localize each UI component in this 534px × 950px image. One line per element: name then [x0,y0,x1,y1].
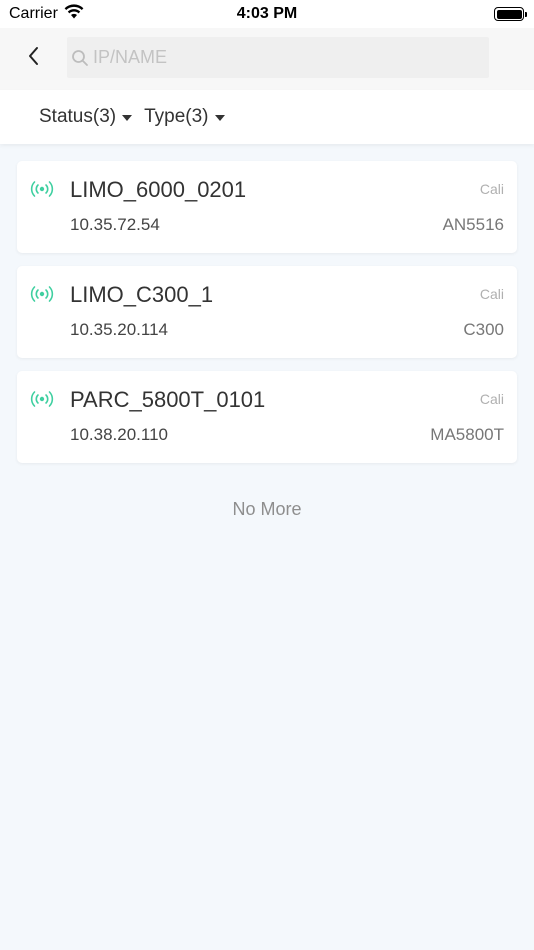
type-filter[interactable]: Type(3) [144,106,225,128]
signal-broadcast-icon [29,284,55,304]
device-model: AN5516 [442,215,504,234]
wifi-icon [64,4,84,24]
no-more-label: No More [232,499,302,519]
signal-broadcast-icon [29,389,55,409]
device-region: Cali [479,391,504,407]
device-model: MA5800T [430,425,504,444]
status-filter-label: Status(3) [39,106,117,127]
carrier-label: Carrier [9,5,58,22]
device-name: LIMO_6000_0201 [70,177,247,202]
device-ip: 10.35.20.114 [70,320,168,339]
battery-icon [494,7,527,21]
filter-bar: Status(3) Type(3) [0,90,534,144]
device-region: Cali [479,286,504,302]
search-input[interactable] [93,37,489,78]
status-left: Carrier [9,4,84,24]
nav-bar [0,28,534,90]
type-filter-label: Type(3) [144,106,209,127]
device-card[interactable]: LIMO_6000_0201 10.35.72.54 Cali AN5516 [17,161,517,253]
device-region: Cali [479,181,504,197]
device-model: C300 [463,320,504,339]
battery-level [496,9,522,19]
device-ip: 10.35.72.54 [70,215,160,234]
status-bar: Carrier 4:03 PM [0,0,534,28]
search-box[interactable] [67,37,489,78]
caret-down-icon [122,115,133,121]
chevron-left-icon [27,46,41,71]
caret-down-icon [214,115,225,121]
device-name: PARC_5800T_0101 [70,387,266,412]
device-name: LIMO_C300_1 [70,282,214,307]
device-list: LIMO_6000_0201 10.35.72.54 Cali AN5516 L… [17,161,517,476]
back-button[interactable] [18,42,50,74]
search-icon [67,45,93,71]
status-filter[interactable]: Status(3) [39,106,133,128]
signal-broadcast-icon [29,179,55,199]
device-ip: 10.38.20.110 [70,425,168,444]
device-card[interactable]: LIMO_C300_1 10.35.20.114 Cali C300 [17,266,517,358]
device-card[interactable]: PARC_5800T_0101 10.38.20.110 Cali MA5800… [17,371,517,463]
